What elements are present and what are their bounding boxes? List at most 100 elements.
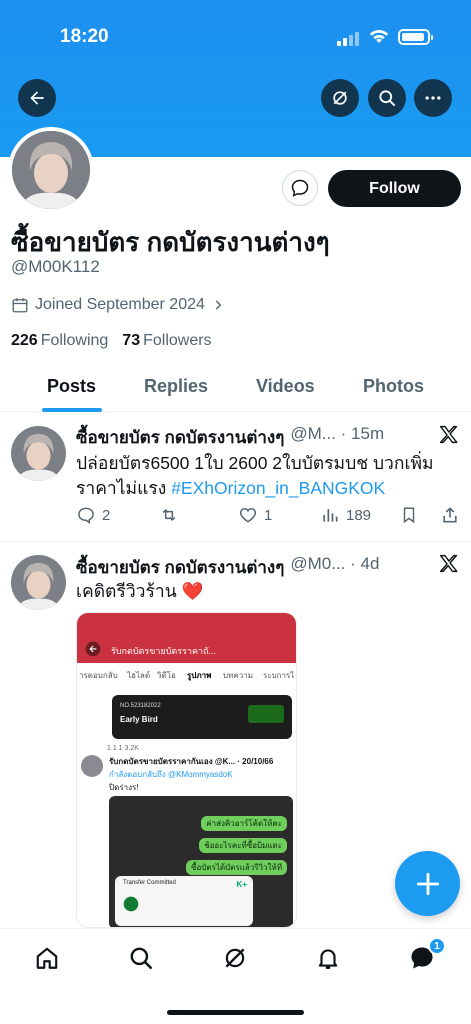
follow-counts: 226 Following 73 Followers bbox=[11, 332, 212, 350]
post-hashtag[interactable]: #EXhOrizon_in_BANGKOK bbox=[171, 478, 385, 498]
avatar-photo bbox=[11, 426, 66, 481]
embed-tab: ารตอบกลับ bbox=[79, 671, 118, 680]
bookmark-icon bbox=[403, 507, 415, 524]
more-dots-icon bbox=[425, 96, 441, 100]
share-icon bbox=[443, 507, 457, 523]
post-body: เคดิตรีวิวร้าน ❤️ bbox=[76, 581, 204, 601]
chat-bubble: ซื้อบัตรได้บัตรแล้วรีวิวให้ที bbox=[186, 860, 287, 875]
follow-button[interactable]: Follow bbox=[328, 170, 461, 207]
home-icon bbox=[36, 947, 58, 969]
profile-tabs: Posts Replies Videos Photos bbox=[0, 364, 471, 412]
embed-tabs: ารตอบกลับ ไฮไลต์ วิดีโอ รูปภาพ บทความ ระ… bbox=[77, 663, 296, 685]
following-label: Following bbox=[40, 332, 109, 349]
post-media-image[interactable]: รับกดบัตรขายบัตรราคาถั... ารตอบกลับ ไฮไล… bbox=[76, 612, 297, 928]
views-count: 189 bbox=[346, 506, 372, 524]
transfer-title: Transfer Committed bbox=[123, 880, 176, 886]
post-author-name[interactable]: ซื้อขายบัตร กดบัตรงานต่างๆ bbox=[76, 554, 284, 581]
followers-count: 73 bbox=[122, 332, 141, 349]
status-time: 18:20 bbox=[60, 26, 109, 47]
tab-videos[interactable]: Videos bbox=[256, 376, 315, 397]
embed-reply-name: รับกดบัตรขายบัตรราคากันเอง @K... · 20/10… bbox=[109, 757, 274, 766]
embed-ticket-card: NO.523182022 Early Bird bbox=[112, 695, 292, 739]
embed-chat-screenshot: ค่าส่งคิวอาร์โค้ดให้คะ ช้ออะไรคะที่ซื้อบ… bbox=[109, 796, 293, 927]
embed-reply: รับกดบัตรขายบัตรราคากันเอง @K... · 20/10… bbox=[81, 755, 274, 794]
search-icon bbox=[130, 947, 153, 970]
avatar-photo bbox=[12, 131, 90, 209]
followers-link[interactable]: 73 Followers bbox=[122, 332, 211, 350]
battery-icon bbox=[398, 29, 433, 45]
calendar-icon bbox=[12, 298, 28, 313]
transfer-slip: Transfer Committed K+ bbox=[115, 876, 253, 926]
bank-logo-icon bbox=[123, 896, 139, 912]
home-indicator bbox=[167, 1010, 304, 1015]
embed-avatar bbox=[81, 755, 103, 777]
followers-label: Followers bbox=[143, 332, 212, 349]
chat-bubble: ช้ออะไรคะที่ซื้อบิมแดะ bbox=[199, 838, 287, 853]
nav-notifications[interactable] bbox=[313, 943, 343, 973]
repost-button[interactable] bbox=[158, 505, 186, 525]
grok-button[interactable] bbox=[321, 79, 359, 117]
post-divider bbox=[0, 541, 471, 542]
profile-handle: @M00K112 bbox=[11, 257, 100, 276]
post-actions: 2 1 189 bbox=[76, 505, 466, 529]
nav-grok[interactable] bbox=[220, 943, 250, 973]
nav-search[interactable] bbox=[126, 943, 156, 973]
embed-title: รับกดบัตรขายบัตรราคาถั... bbox=[111, 646, 217, 656]
grok-icon bbox=[225, 948, 245, 968]
ticket-type: Early Bird bbox=[120, 715, 158, 724]
embed-reply-to: กำลังตอบกลับถึง @KMommyasdoK bbox=[109, 770, 233, 779]
chat-bubble: ค่าส่งคิวอาร์โค้ดให้คะ bbox=[201, 816, 287, 831]
message-button[interactable] bbox=[282, 170, 318, 206]
arrow-left-icon bbox=[30, 91, 44, 105]
message-bubble-icon bbox=[291, 179, 309, 197]
reply-button[interactable]: 2 bbox=[76, 505, 110, 525]
x-logo-icon bbox=[439, 425, 458, 444]
reply-icon bbox=[78, 507, 94, 524]
embed-header: รับกดบัตรขายบัตรราคาถั... bbox=[77, 613, 296, 663]
like-button[interactable]: 1 bbox=[238, 505, 272, 525]
grok-icon bbox=[333, 91, 347, 105]
wifi-icon bbox=[368, 27, 390, 50]
share-button[interactable] bbox=[440, 505, 460, 525]
chevron-right-icon bbox=[215, 300, 222, 310]
embed-tab: บทความ bbox=[223, 671, 253, 680]
notifications-icon bbox=[318, 949, 338, 969]
like-count: 1 bbox=[264, 506, 273, 524]
embed-tab: ระบการไ bbox=[263, 671, 295, 680]
views-button[interactable]: 189 bbox=[320, 505, 371, 525]
profile-avatar[interactable] bbox=[8, 127, 94, 213]
post-author-name[interactable]: ซื้อขายบัตร กดบัตรงานต่างๆ bbox=[76, 424, 284, 451]
following-count: 226 bbox=[11, 332, 38, 349]
post-avatar[interactable] bbox=[11, 555, 66, 610]
x-logo-icon bbox=[439, 554, 458, 573]
active-tab-indicator bbox=[42, 408, 102, 412]
transfer-brand: K+ bbox=[236, 880, 247, 889]
plus-icon bbox=[416, 872, 439, 895]
views-chart-icon bbox=[323, 509, 338, 522]
embed-tab: วิดีโอ bbox=[157, 671, 176, 680]
reply-count: 2 bbox=[102, 506, 111, 524]
joined-label: Joined September 2024 bbox=[35, 296, 205, 313]
avatar-photo bbox=[11, 555, 66, 610]
back-button[interactable] bbox=[18, 79, 56, 117]
post-avatar[interactable] bbox=[11, 426, 66, 481]
ticket-number: NO.523182022 bbox=[120, 703, 161, 709]
nav-home[interactable] bbox=[32, 943, 62, 973]
tab-posts[interactable]: Posts bbox=[47, 376, 96, 397]
status-bar: 18:20 bbox=[0, 26, 471, 52]
post-handle-time: @M... · 15m bbox=[290, 424, 385, 443]
following-link[interactable]: 226 Following bbox=[11, 332, 108, 350]
messages-badge: 1 bbox=[428, 937, 446, 955]
joined-date[interactable]: Joined September 2024 bbox=[11, 296, 225, 314]
compose-button[interactable] bbox=[395, 851, 460, 916]
bookmark-button[interactable] bbox=[400, 505, 418, 525]
search-button[interactable] bbox=[368, 79, 406, 117]
tab-photos[interactable]: Photos bbox=[363, 376, 424, 397]
post-header: ซื้อขายบัตร กดบัตรงานต่างๆ @M0... · 4d bbox=[76, 554, 379, 581]
more-button[interactable] bbox=[414, 79, 452, 117]
embed-tab: ไฮไลต์ bbox=[127, 671, 151, 680]
post-header: ซื้อขายบัตร กดบัตรงานต่างๆ @M... · 15m bbox=[76, 424, 384, 451]
arrow-left-icon bbox=[85, 641, 101, 657]
search-icon bbox=[379, 90, 396, 107]
tab-replies[interactable]: Replies bbox=[144, 376, 208, 397]
